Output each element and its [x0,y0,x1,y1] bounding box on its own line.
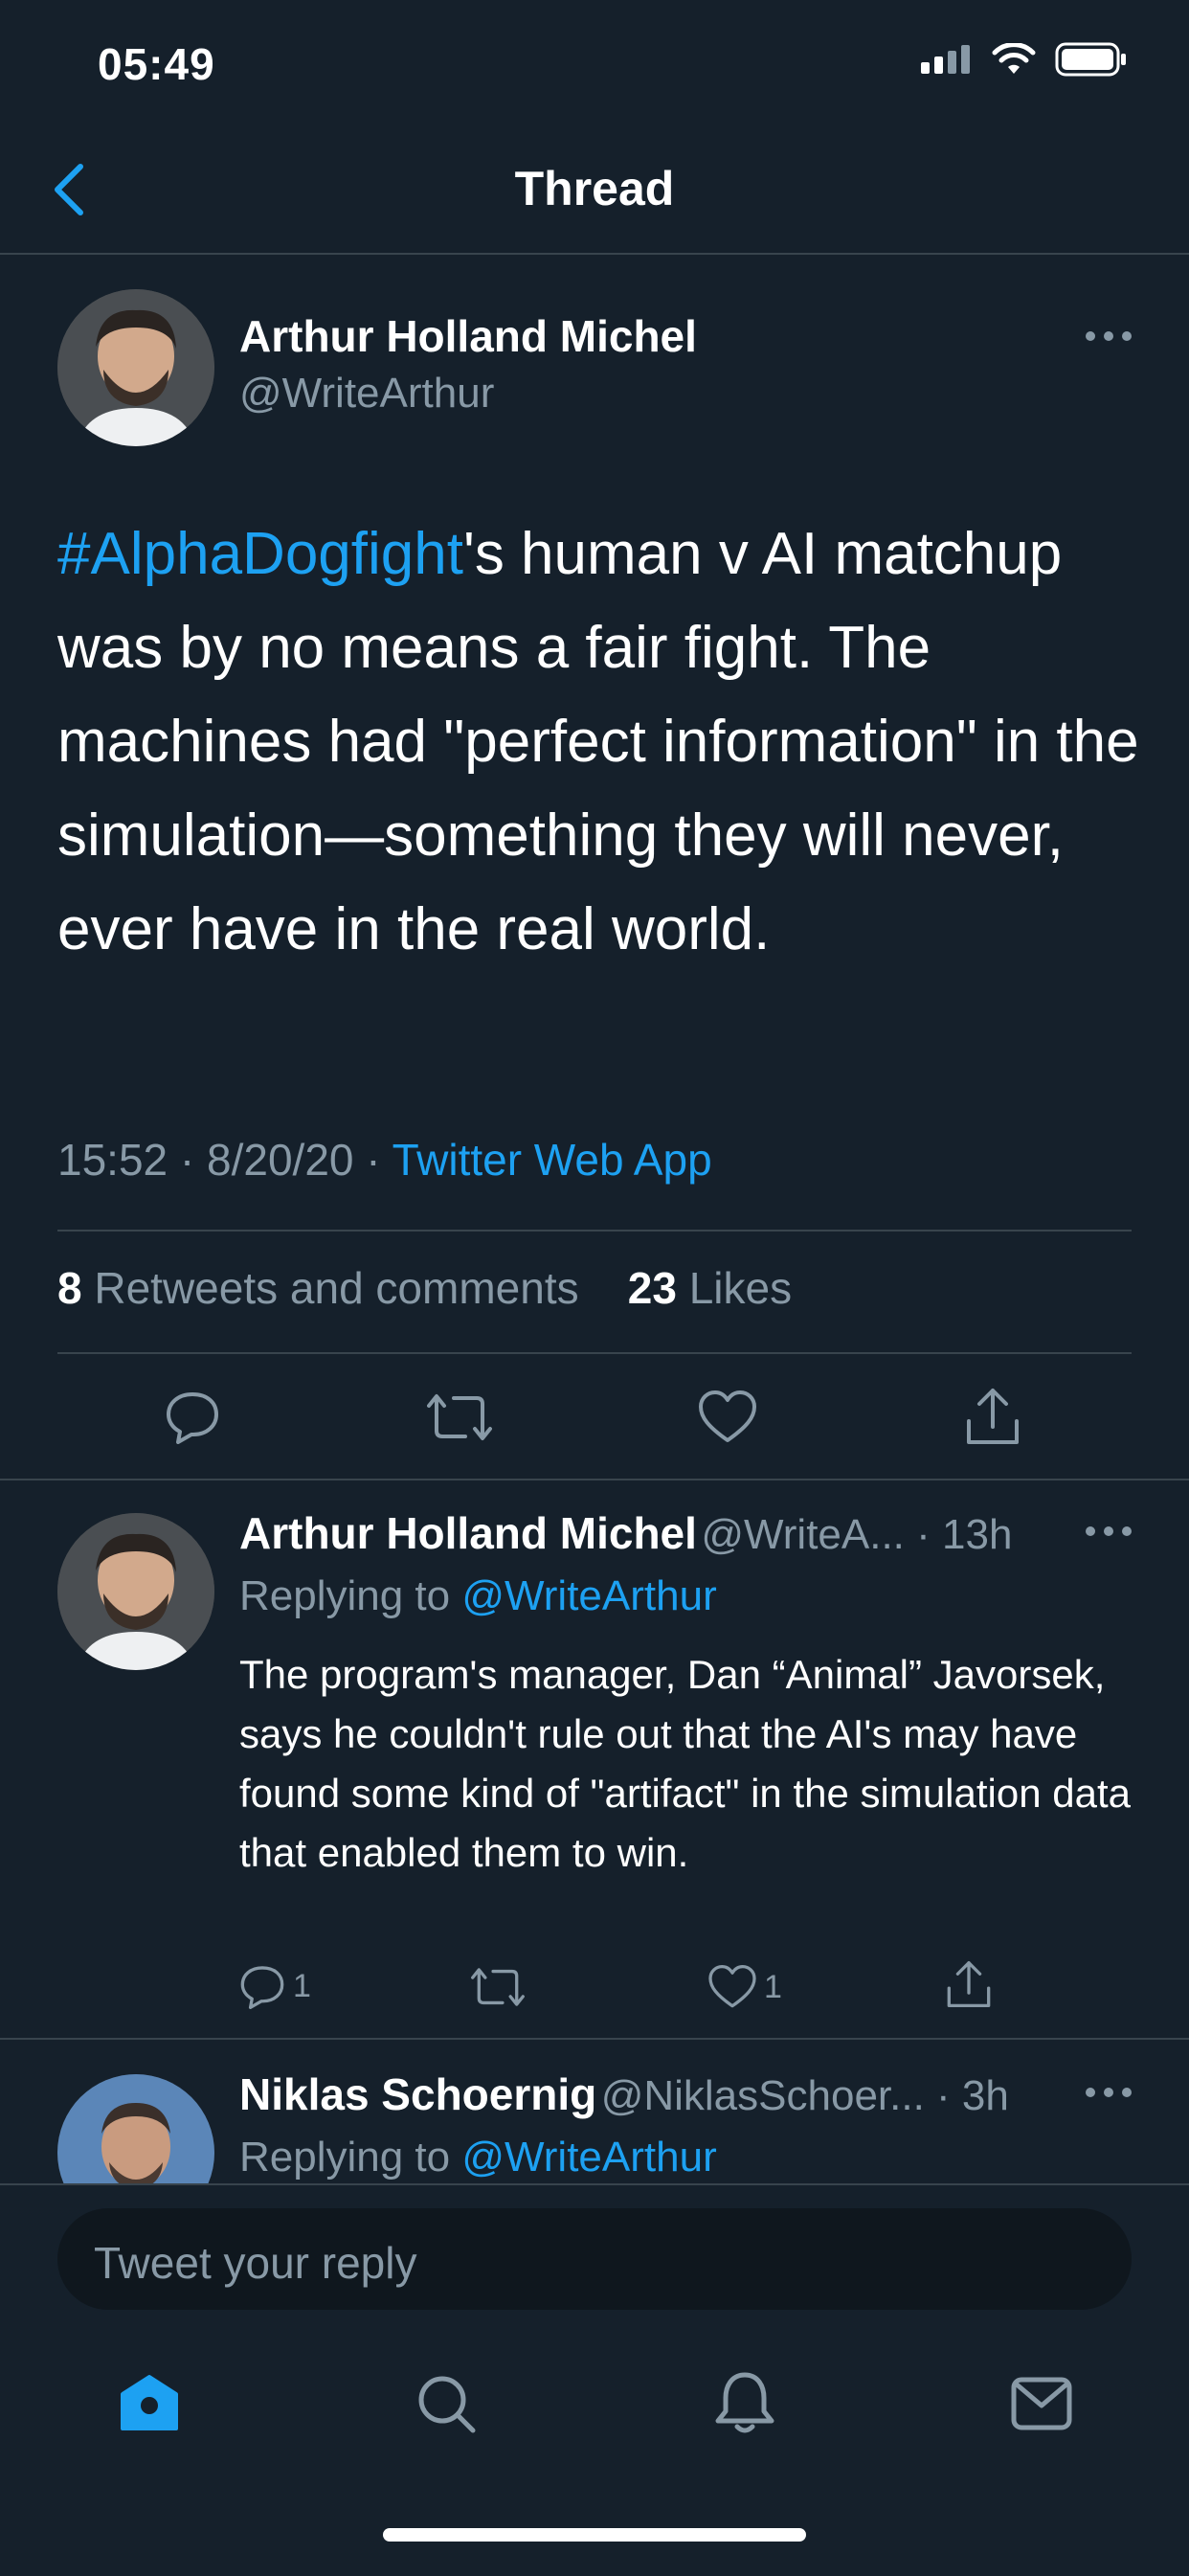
like-action[interactable]: 1 [708,1965,782,2009]
retweets-count: 8 [57,1263,82,1313]
tweet-body: 's human v AI matchup was by no means a … [57,521,1139,962]
likes-label: Likes [688,1263,793,1313]
reply-text: The program's manager, Dan “Animal” Javo… [239,1652,1131,1875]
more-options-icon[interactable] [1086,1526,1132,1542]
author-photo [57,289,214,446]
more-options-icon[interactable] [1086,331,1132,347]
notifications-icon[interactable] [714,2369,775,2436]
like-heart-icon [708,1965,756,2008]
search-icon[interactable] [415,2373,477,2434]
retweet-action[interactable] [471,1965,525,2009]
reply-count: 1 [293,1967,311,2004]
replying-to-label: Replying to [239,2134,451,2181]
share-icon [947,1961,991,2007]
tweet-text: #AlphaDogfight's human v AI matchup was … [57,508,1139,977]
home-indicator [383,2528,806,2542]
hashtag-link[interactable]: #AlphaDogfight [57,521,463,587]
more-options-icon[interactable] [1086,2088,1132,2103]
reply-age: 3h [961,2072,1009,2119]
avatar[interactable] [57,1513,214,1670]
status-time: 05:49 [98,39,215,89]
reply-header: Niklas Schoernig @NiklasSchoer... · 3h [239,2069,1009,2119]
wifi-icon [992,43,1036,74]
replying-to-label: Replying to [239,1572,451,1619]
retweets-stat[interactable]: 8 Retweets and comments [57,1263,579,1313]
reply-author-name[interactable]: Niklas Schoernig [239,2069,596,2119]
reply-composer-placeholder: Tweet your reply [94,2238,417,2288]
author-name[interactable]: Arthur Holland Michel [239,310,697,362]
reply-header: Arthur Holland Michel @WriteA... · 13h [239,1508,1013,1558]
tweet-time: 15:52 [57,1135,168,1185]
page-title: Thread [514,162,675,215]
divider [0,1479,1189,1480]
author-handle[interactable]: @WriteArthur [239,370,494,418]
divider [0,2038,1189,2040]
replying-to-handle-link[interactable]: @WriteArthur [461,1572,716,1619]
reply-icon [240,1966,284,2009]
tweet-meta: 15:52 · 8/20/20 · Twitter Web App [57,1135,712,1185]
reply-author-photo [57,1513,214,1670]
tweet-source-link[interactable]: Twitter Web App [393,1135,712,1185]
reply-author-handle[interactable]: @WriteA... [701,1511,905,1558]
like-count: 1 [764,1968,782,2005]
tweet-date: 8/20/20 [207,1135,354,1185]
replying-to: Replying to @WriteArthur [239,1572,717,1620]
home-icon[interactable] [119,2373,180,2434]
retweets-label: Retweets and comments [94,1263,579,1313]
divider [57,1230,1132,1232]
tweet-stats: 8 Retweets and comments 23 Likes [57,1262,792,1314]
reply-age: 13h [942,1511,1013,1558]
messages-icon[interactable] [1011,2377,1072,2430]
reply-author-name[interactable]: Arthur Holland Michel [239,1508,697,1558]
status-icons [921,42,1128,77]
reply-author-handle[interactable]: @NiklasSchoer... [601,2072,925,2119]
reply-icon[interactable] [165,1389,220,1444]
divider [57,1352,1132,1354]
replying-to: Replying to @WriteArthur [239,2134,717,2181]
replying-to-handle-link[interactable]: @WriteArthur [461,2134,716,2181]
retweet-icon[interactable] [427,1390,492,1444]
avatar[interactable] [57,289,214,446]
likes-count: 23 [627,1263,677,1313]
battery-icon [1055,42,1126,77]
likes-stat[interactable]: 23 Likes [628,1263,792,1313]
share-icon[interactable] [965,1387,1021,1446]
retweet-icon [471,1968,525,2006]
share-action[interactable] [946,1959,992,2009]
like-heart-icon[interactable] [699,1390,756,1444]
reply-action[interactable]: 1 [239,1963,311,2009]
cellular-signal-icon [921,45,970,74]
